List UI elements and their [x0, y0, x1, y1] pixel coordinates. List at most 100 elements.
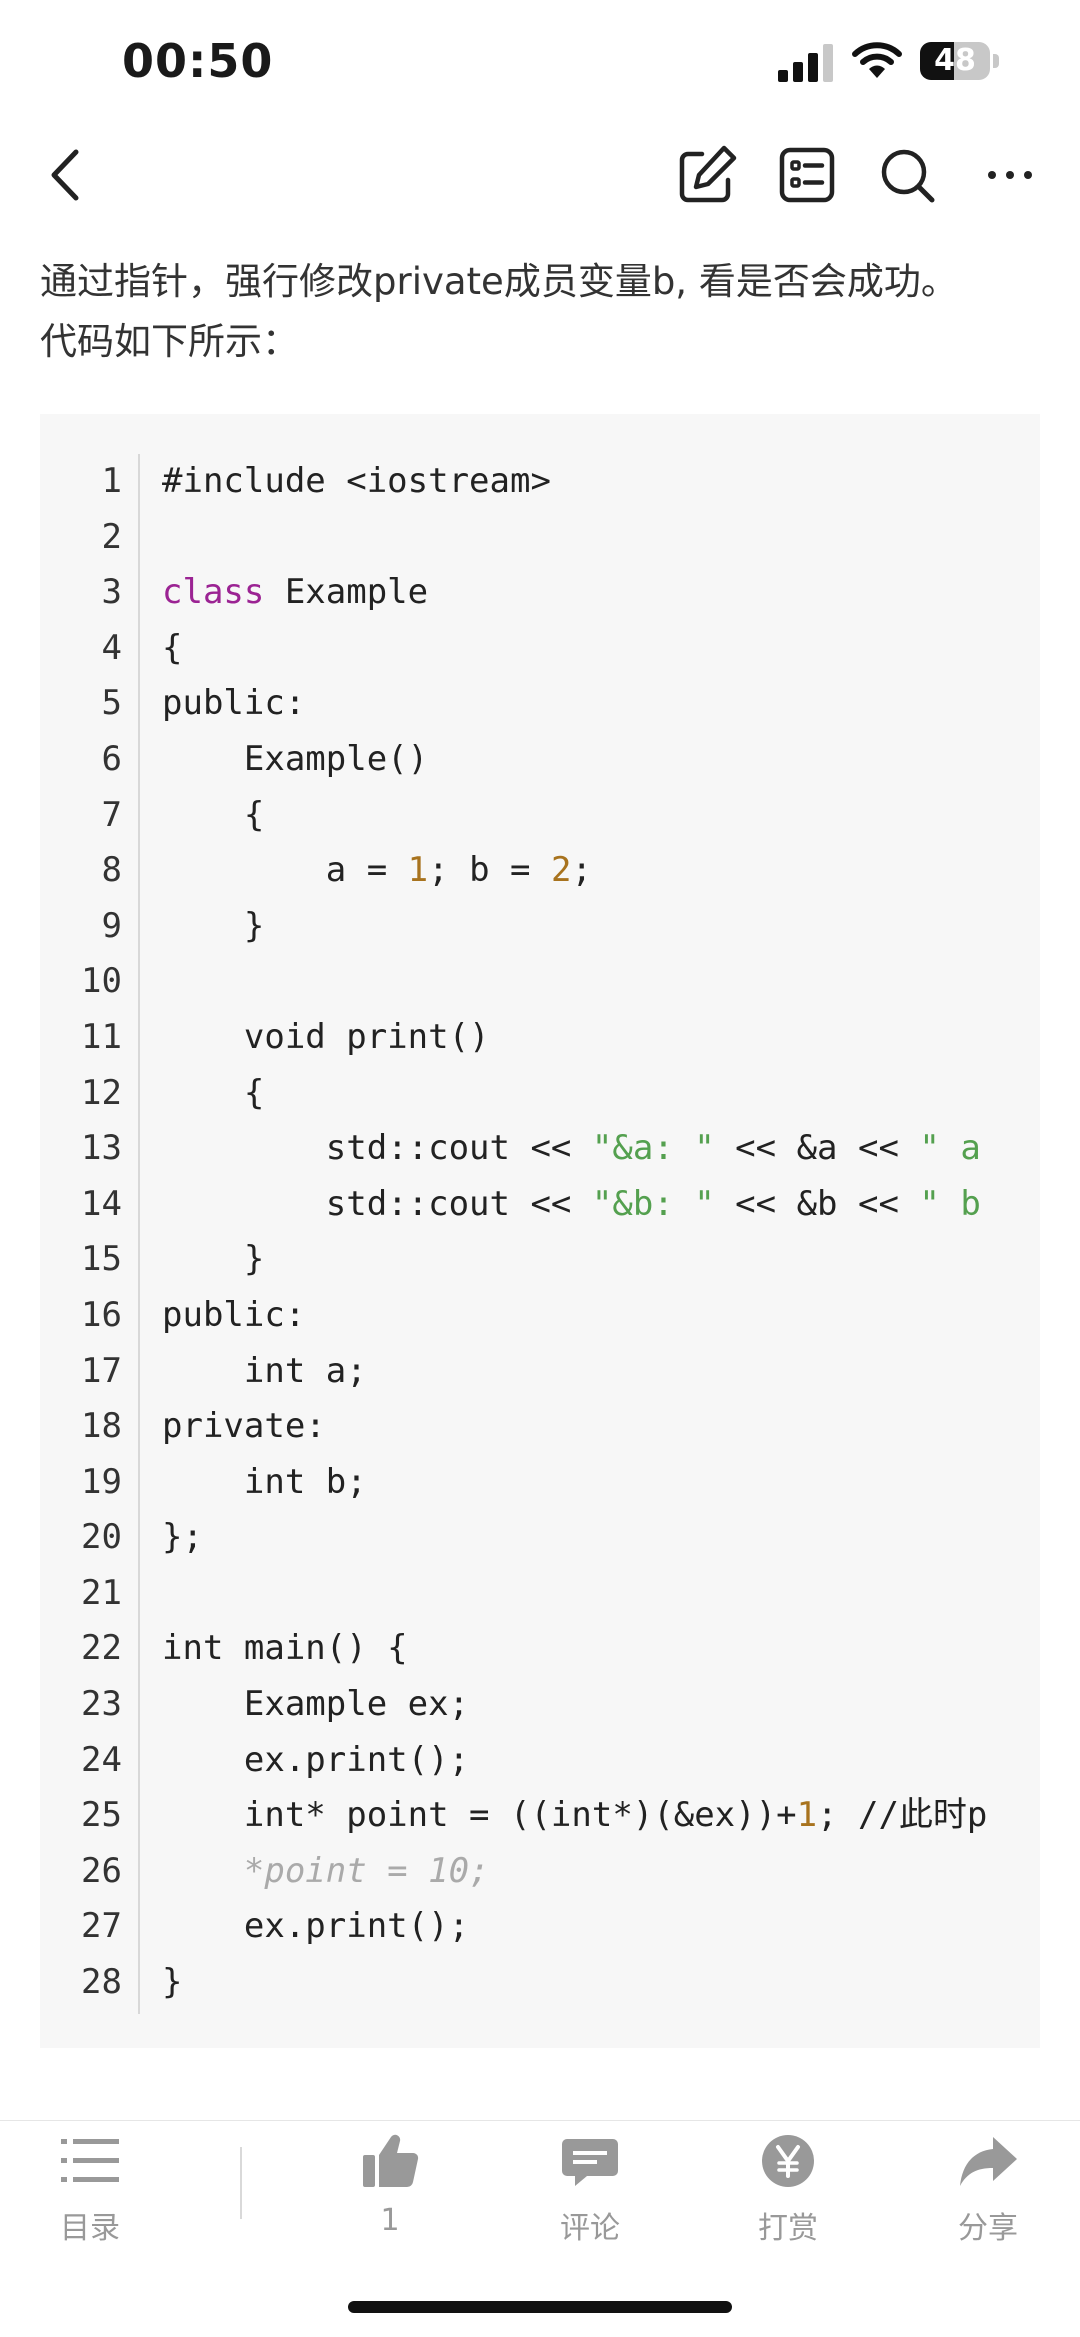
code-text: *point = 10;	[162, 1850, 490, 1891]
code-line: 6 Example()	[40, 732, 1040, 788]
code-text: }	[162, 1239, 265, 1280]
line-number: 28	[81, 1962, 122, 2003]
article-body: 通过指针，强行修改private成员变量b, 看是否会成功。 代码如下所示：	[40, 252, 1050, 372]
code-block[interactable]: 1 #include <iostream> 2 3 class Example 4{5 pu…	[40, 414, 1040, 2048]
code-line: 4{	[40, 621, 1040, 677]
line-number: 10	[81, 961, 122, 1002]
bottom-divider	[0, 2120, 1080, 2121]
code-text: std::cout << "&a: " << &a << " a	[162, 1128, 981, 1169]
share-label: 分享	[958, 2211, 1018, 2246]
like-button[interactable]: 1	[320, 2133, 460, 2253]
code-line: 23 Example ex;	[40, 1677, 1040, 1733]
code-text: {	[162, 627, 183, 668]
code-line: 9 }	[40, 899, 1040, 955]
outline-icon	[779, 147, 835, 203]
code-line: 22 int main() {	[40, 1621, 1040, 1677]
contents-button[interactable]: 目录	[20, 2133, 160, 2253]
code-text: };	[162, 1517, 203, 1558]
share-button[interactable]: 分享	[918, 2133, 1058, 2253]
reward-label: 打赏	[758, 2211, 818, 2246]
intro-paragraph-line-2: 代码如下所示：	[40, 320, 299, 363]
code-line: 27 ex.print();	[40, 1899, 1040, 1955]
edit-icon	[679, 145, 737, 203]
code-line: 13 std::cout << "&a: " << &a << " a	[40, 1121, 1040, 1177]
code-line: 10	[40, 954, 1040, 1010]
line-number: 1	[101, 461, 122, 501]
battery-percent: 48	[934, 43, 976, 78]
code-line: 24 ex.print();	[40, 1733, 1040, 1789]
line-number: 15	[81, 1239, 122, 1280]
code-line: 12 {	[40, 1066, 1040, 1122]
code-text: private:	[162, 1406, 326, 1447]
code-text: ex.print();	[162, 1906, 470, 1947]
line-number: 19	[81, 1461, 122, 1502]
line-number: 23	[81, 1684, 122, 1725]
line-number: 21	[81, 1572, 122, 1613]
code-text: Example()	[162, 738, 429, 779]
line-number: 3	[101, 572, 122, 613]
line-number: 26	[81, 1850, 122, 1891]
code-text: Example ex;	[162, 1684, 470, 1725]
code-line: 17 int a;	[40, 1344, 1040, 1400]
code-line: 18 private:	[40, 1399, 1040, 1455]
more-button[interactable]	[978, 140, 1048, 210]
top-navigation	[0, 140, 1080, 210]
code-text: {	[162, 794, 265, 835]
code-lines: 1 #include <iostream> 2 3 class Example 4{5 pu…	[40, 454, 1040, 2011]
comment-label: 评论	[560, 2211, 620, 2246]
code-line: 11 void print()	[40, 1010, 1040, 1066]
line-number: 18	[81, 1406, 122, 1447]
line-number: 12	[81, 1072, 122, 1113]
line-number: 13	[81, 1128, 122, 1169]
code-text: #include <iostream>	[162, 461, 551, 501]
cellular-signal-icon	[778, 44, 833, 82]
code-text: {	[162, 1072, 265, 1113]
contents-label: 目录	[60, 2211, 120, 2246]
search-button[interactable]	[872, 140, 942, 210]
home-indicator[interactable]	[348, 2301, 732, 2313]
line-number: 27	[81, 1906, 122, 1947]
code-line: 16 public:	[40, 1288, 1040, 1344]
like-count: 1	[380, 2203, 400, 2238]
line-number: 8	[101, 850, 122, 891]
code-text: }	[162, 905, 265, 946]
code-text: ex.print();	[162, 1739, 470, 1780]
back-button[interactable]	[34, 140, 104, 210]
code-line: 14 std::cout << "&b: " << &b << " b	[40, 1177, 1040, 1233]
code-text: void print()	[162, 1016, 490, 1057]
list-icon	[61, 2139, 119, 2182]
code-line: 19 int b;	[40, 1455, 1040, 1511]
code-text: int* point = ((int*)(&ex))+1; //此时p	[162, 1795, 988, 1836]
yen-coin-icon	[762, 2135, 814, 2187]
code-text: int main() {	[162, 1628, 408, 1669]
share-arrow-icon	[960, 2137, 1017, 2186]
code-line: 25 int* point = ((int*)(&ex))+1; //此时p	[40, 1788, 1040, 1844]
toolbar-separator	[240, 2147, 242, 2219]
line-number: 6	[101, 738, 122, 779]
code-text: public:	[162, 1294, 306, 1335]
wifi-icon	[852, 42, 902, 78]
search-icon	[881, 149, 935, 203]
line-number: 24	[81, 1739, 122, 1780]
line-number: 9	[101, 905, 122, 946]
chevron-left-icon	[51, 149, 79, 201]
code-text: std::cout << "&b: " << &b << " b	[162, 1183, 981, 1224]
edit-button[interactable]	[672, 140, 742, 210]
code-line: 20};	[40, 1510, 1040, 1566]
reward-button[interactable]: 打赏	[718, 2133, 858, 2253]
code-text: int a;	[162, 1350, 367, 1391]
line-number: 17	[81, 1350, 122, 1391]
code-line: 5 public:	[40, 676, 1040, 732]
code-text: int b;	[162, 1461, 367, 1502]
intro-paragraph-line-1: 通过指针，强行修改private成员变量b, 看是否会成功。	[40, 260, 958, 303]
battery-indicator: 48	[920, 42, 1000, 82]
code-line: 3 class Example	[40, 565, 1040, 621]
line-number: 2	[101, 516, 122, 557]
status-time: 00:50	[122, 34, 274, 88]
outline-button[interactable]	[772, 140, 842, 210]
line-number: 11	[81, 1016, 122, 1057]
code-line: 26 *point = 10;	[40, 1844, 1040, 1900]
comment-button[interactable]: 评论	[520, 2133, 660, 2253]
code-line: 21	[40, 1566, 1040, 1622]
line-number: 22	[81, 1628, 122, 1669]
